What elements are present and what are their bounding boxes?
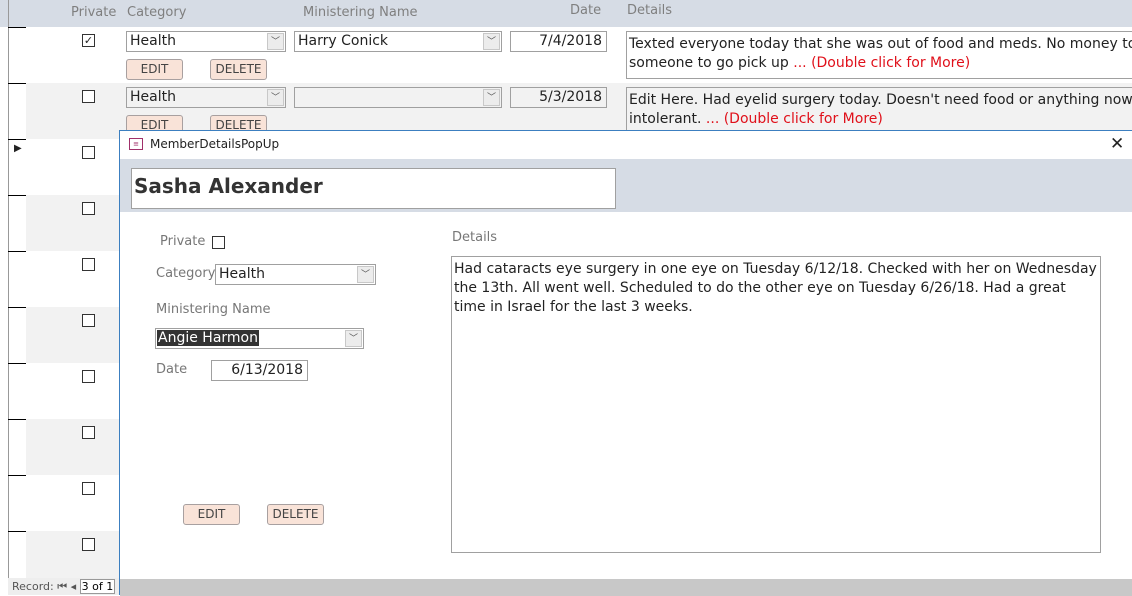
record-selector[interactable] [8,475,26,531]
header-category: Category [127,5,187,20]
record-label: Record: [12,580,54,593]
header-date: Date [570,3,602,18]
private-checkbox[interactable] [82,146,95,159]
category-combo[interactable]: Health ﹀ [126,87,286,108]
private-checkbox[interactable] [82,314,95,327]
details-label: Details [452,230,498,245]
category-value: Health [130,33,176,49]
details-field[interactable]: Texted everyone today that she was out o… [626,31,1132,79]
category-label: Category [156,266,216,281]
popup-status-bar [120,579,1132,596]
current-record-icon: ▶ [14,143,22,154]
record-position-field[interactable]: 3 of 1 [79,579,116,594]
ministering-name-combo[interactable]: Harry Conick ﹀ [294,31,502,52]
delete-button[interactable]: DELETE [267,504,324,525]
record-selector[interactable] [8,307,26,363]
header-private: Private [71,5,117,20]
table-row: ✓ Health ﹀ Harry Conick ﹀ 7/4/2018 Texted … [26,27,1132,83]
record-selector[interactable] [8,83,26,139]
member-name: Sasha Alexander [131,168,616,209]
category-combo[interactable]: Health ﹀ [126,31,286,52]
ministering-name-value: Harry Conick [298,33,389,49]
details-line: someone to go pick up [629,55,794,71]
delete-button[interactable]: DELETE [210,59,267,80]
date-field[interactable]: 5/3/2018 [510,87,607,108]
record-selector[interactable]: ▶ [8,139,26,195]
column-header-row: Private Category Ministering Name Date D… [0,0,1132,27]
date-label: Date [156,362,188,377]
private-checkbox[interactable] [82,426,95,439]
header-ministering-name: Ministering Name [303,5,418,20]
date-field[interactable]: 7/4/2018 [510,31,607,52]
edit-button[interactable]: EDIT [183,504,240,525]
form-icon: ≡ [129,138,143,150]
chevron-down-icon[interactable]: ﹀ [483,89,500,106]
private-checkbox[interactable] [82,538,95,551]
private-checkbox[interactable] [212,236,225,249]
category-value: Health [219,266,265,282]
details-line: Edit Here. Had eyelid surgery today. Doe… [629,92,1132,108]
chevron-down-icon[interactable]: ﹀ [483,33,500,50]
ministering-name-value: Angie Harmon [157,330,259,346]
record-selector[interactable] [8,363,26,419]
record-navigation: Record: ⏮ ◂ 3 of 1 [8,578,120,595]
ministering-name-label: Ministering Name [156,302,271,317]
private-checkbox[interactable]: ✓ [82,34,95,47]
popup-title-bar: ≡ MemberDetailsPopUp ✕ [120,131,1132,159]
edit-button[interactable]: EDIT [126,59,183,80]
header-details: Details [627,3,673,18]
category-value: Health [130,89,176,105]
chevron-down-icon[interactable]: ﹀ [267,89,284,106]
private-checkbox[interactable] [82,258,95,271]
record-selector[interactable] [8,195,26,251]
chevron-down-icon[interactable]: ﹀ [345,330,362,347]
private-checkbox[interactable] [82,482,95,495]
record-selector[interactable] [8,251,26,307]
details-line: Texted everyone today that she was out o… [629,36,1132,52]
popup-header-band: Sasha Alexander [120,159,1132,212]
more-link[interactable]: ... (Double click for More) [793,55,970,71]
record-selector[interactable] [8,419,26,475]
ministering-name-combo[interactable]: Angie Harmon ﹀ [155,328,364,349]
more-link[interactable]: ... (Double click for More) [706,111,883,127]
previous-record-icon[interactable]: ◂ [71,580,77,593]
close-icon[interactable]: ✕ [1110,134,1124,154]
category-combo[interactable]: Health ﹀ [215,264,376,285]
details-textarea[interactable]: Had cataracts eye surgery in one eye on … [451,256,1101,553]
record-selector[interactable] [8,27,26,83]
private-checkbox[interactable] [82,370,95,383]
member-details-popup: ≡ MemberDetailsPopUp ✕ Sasha Alexander P… [119,130,1132,596]
private-checkbox[interactable] [82,202,95,215]
first-record-icon[interactable]: ⏮ [57,580,67,593]
details-line: intolerant. [629,111,706,127]
popup-title: MemberDetailsPopUp [150,137,280,151]
private-checkbox[interactable] [82,90,95,103]
chevron-down-icon[interactable]: ﹀ [267,33,284,50]
ministering-name-combo[interactable]: ﹀ [294,87,502,108]
private-label: Private [160,234,206,249]
chevron-down-icon[interactable]: ﹀ [357,266,374,283]
date-field[interactable]: 6/13/2018 [211,360,308,381]
